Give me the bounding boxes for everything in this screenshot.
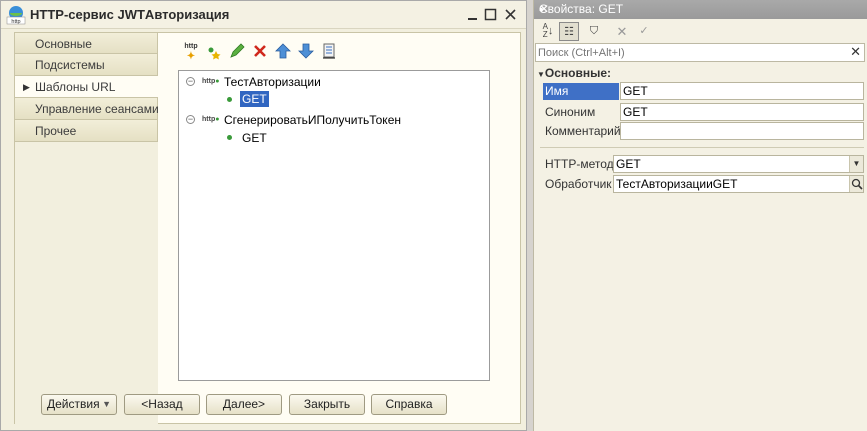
http-template-icon: http● — [202, 78, 220, 85]
clear-search-icon[interactable]: ✕ — [850, 44, 861, 60]
back-button[interactable]: <Назад — [124, 394, 200, 415]
search-input[interactable] — [538, 45, 848, 60]
comment-field[interactable] — [620, 122, 864, 140]
add-method-icon[interactable] — [205, 42, 223, 60]
add-template-icon[interactable]: http ✦ — [182, 42, 200, 62]
window-titlebar[interactable]: http HTTP-сервис JWTАвторизация — [1, 1, 526, 29]
list-icon[interactable] — [320, 42, 338, 60]
expand-icon: ▼ — [537, 70, 545, 79]
collapse-icon[interactable]: − — [186, 115, 195, 124]
maximize-icon[interactable] — [483, 7, 498, 22]
tab-main[interactable]: Основные — [14, 32, 158, 54]
search-icon[interactable] — [849, 176, 863, 192]
filter-icon[interactable]: ⛉ — [584, 22, 604, 41]
handler-field[interactable]: ТестАвторизацииGET — [613, 175, 864, 193]
move-down-icon[interactable] — [297, 42, 315, 60]
tab-label: Подсистемы — [35, 58, 105, 72]
tab-list: Основные Подсистемы ▶ Шаблоны URL Управле… — [14, 32, 159, 142]
tree-node-template[interactable]: СгенерироватьИПолучитьТокен — [224, 113, 401, 127]
tree-node-method[interactable]: GET — [242, 131, 267, 145]
properties-group-header[interactable]: ▼Основные: — [537, 66, 611, 80]
close-icon[interactable]: ✕ — [539, 2, 549, 16]
method-bullet-icon — [227, 135, 232, 140]
name-field[interactable]: GET — [620, 82, 864, 100]
synonym-label: Синоним — [545, 105, 596, 119]
close-button[interactable]: Закрыть — [289, 394, 365, 415]
properties-search[interactable]: ✕ — [535, 43, 865, 62]
http-template-icon: http● — [202, 116, 220, 123]
tree-node-method-selected[interactable]: GET — [240, 91, 269, 107]
tab-session-management[interactable]: Управление сеансами — [14, 98, 159, 120]
tab-label: Основные — [35, 37, 92, 51]
actions-button[interactable]: Действия ▼ — [41, 394, 117, 415]
active-tab-arrow-icon: ▶ — [23, 82, 30, 92]
http-method-select[interactable]: GET ▼ — [613, 155, 864, 173]
svg-text:http: http — [11, 19, 20, 25]
tab-url-templates[interactable]: ▶ Шаблоны URL — [14, 76, 159, 98]
delete-icon[interactable] — [251, 42, 269, 60]
properties-panel: Свойства: GET ▪ ✕ A Z↓ ☷ ⛉ ✕ ✓ — [533, 0, 867, 431]
chevron-down-icon: ▼ — [102, 399, 111, 409]
url-templates-tree[interactable]: − http● ТестАвторизации GET − http● Сген… — [178, 70, 490, 381]
help-button[interactable]: Справка — [371, 394, 447, 415]
comment-label: Комментарий — [545, 124, 621, 138]
tab-panel-border — [14, 142, 15, 424]
http-service-window: http HTTP-сервис JWTАвторизация Основные… — [0, 0, 527, 431]
tab-label: Шаблоны URL — [35, 80, 116, 94]
sort-alphabetical-icon[interactable]: A Z↓ — [538, 22, 558, 41]
properties-title: Свойства: GET — [539, 2, 624, 16]
name-label: Имя — [543, 83, 619, 100]
cancel-icon[interactable]: ✕ — [612, 22, 632, 41]
tree-node-template[interactable]: ТестАвторизации — [224, 75, 321, 89]
chevron-down-icon[interactable]: ▼ — [849, 156, 863, 172]
group-by-category-icon[interactable]: ☷ — [559, 22, 579, 41]
http-service-icon: http — [6, 6, 26, 25]
minimize-icon[interactable] — [465, 7, 480, 22]
properties-divider — [540, 147, 864, 148]
collapse-icon[interactable]: − — [186, 77, 195, 86]
move-up-icon[interactable] — [274, 42, 292, 60]
tab-subsystems[interactable]: Подсистемы — [14, 54, 158, 76]
tab-label: Управление сеансами — [35, 102, 159, 116]
synonym-field[interactable]: GET — [620, 103, 864, 121]
window-title: HTTP-сервис JWTАвторизация — [30, 7, 230, 22]
method-bullet-icon — [227, 97, 232, 102]
properties-titlebar: Свойства: GET ▪ ✕ — [534, 0, 867, 19]
tab-other[interactable]: Прочее — [14, 120, 158, 142]
close-icon[interactable] — [503, 7, 518, 22]
handler-label: Обработчик — [545, 177, 612, 191]
tab-label: Прочее — [35, 124, 77, 138]
apply-icon[interactable]: ✓ — [634, 22, 654, 41]
next-button[interactable]: Далее> — [206, 394, 282, 415]
http-method-label: HTTP-метод — [545, 157, 614, 171]
edit-icon[interactable] — [228, 42, 246, 60]
